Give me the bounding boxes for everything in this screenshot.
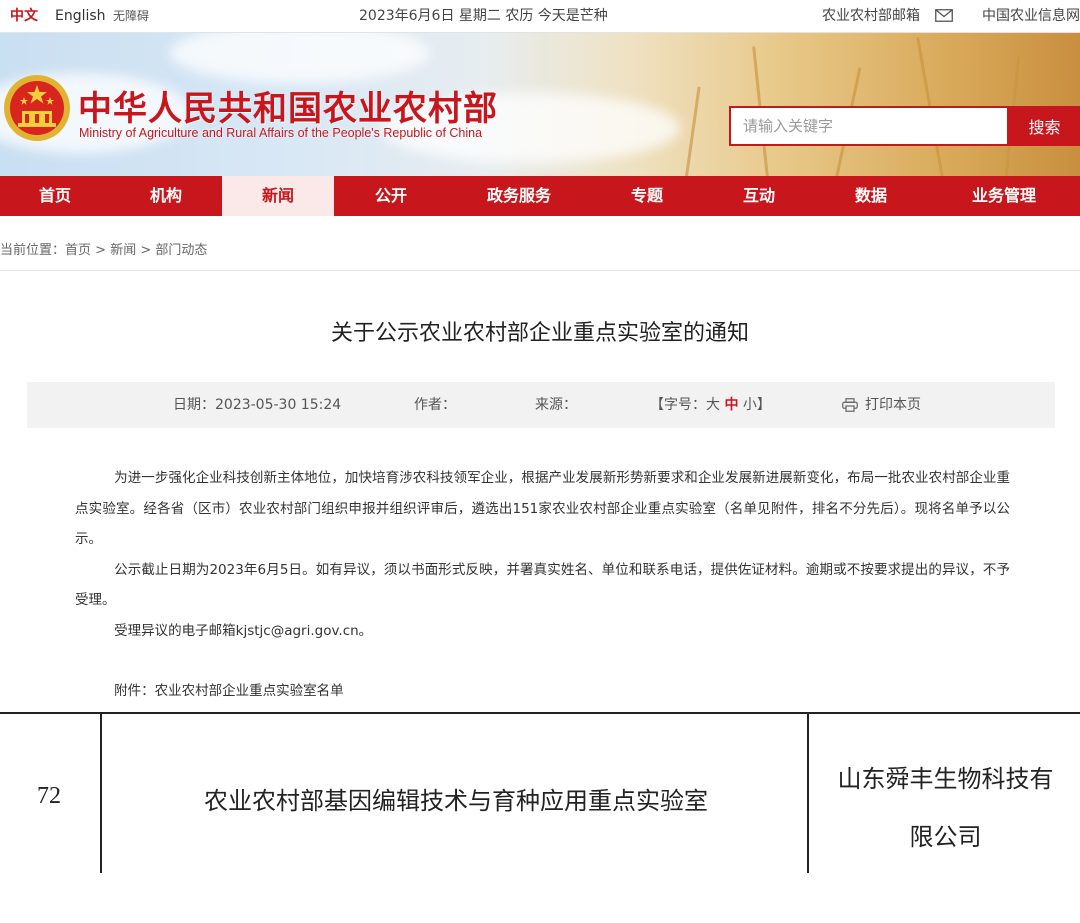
article-author-label: 作者： [414, 397, 456, 413]
breadcrumb-department-news-link[interactable]: 部门动态 [155, 243, 207, 258]
company-name-line: 限公司 [909, 823, 982, 851]
nav-item-public[interactable]: 公开 [334, 176, 448, 216]
breadcrumb-separator: > [91, 243, 111, 258]
wheat-decoration [1054, 33, 1069, 176]
font-size-small-button[interactable]: 小 [743, 397, 757, 413]
font-size-large-button[interactable]: 大 [706, 397, 720, 413]
breadcrumb-prefix: 当前位置： [0, 243, 66, 258]
date-value: 2023-05-30 15:24 [215, 397, 342, 413]
accessibility-link[interactable]: 无障碍 [113, 0, 149, 32]
nav-item-home[interactable]: 首页 [0, 176, 110, 216]
font-size-close: 】 [756, 397, 771, 413]
article-source-label: 来源： [535, 397, 577, 413]
article-paragraph: 为进一步强化企业科技创新主体地位，加快培育涉农科技领军企业，根据产业发展新形势新… [75, 470, 1010, 547]
font-size-medium-button[interactable]: 中 [724, 397, 738, 413]
table-top-border [0, 712, 1080, 714]
national-emblem-icon [4, 75, 70, 141]
nav-item-institutions[interactable]: 机构 [110, 176, 222, 216]
article-body: 为进一步强化企业科技创新主体地位，加快培育涉农科技领军企业，根据产业发展新形势新… [75, 463, 1010, 707]
wheat-decoration [682, 86, 701, 176]
article-info-bar: 日期：2023-05-30 15:24 作者： 来源： 【字号：大 中 小】 打… [27, 382, 1055, 428]
search-input[interactable] [729, 106, 1009, 146]
main-nav: 首页 机构 新闻 公开 政务服务 专题 互动 数据 业务管理 [0, 176, 1080, 216]
breadcrumb-news-link[interactable]: 新闻 [110, 243, 136, 258]
article-date: 日期：2023-05-30 15:24 [173, 382, 341, 428]
cloud-decoration [170, 33, 430, 83]
print-page-link[interactable]: 打印本页 [865, 382, 921, 428]
search-button[interactable]: 搜索 [1009, 106, 1080, 146]
printer-icon[interactable] [842, 398, 858, 412]
date-display: 2023年6月6日 星期二 农历 今天是芒种 [359, 8, 608, 24]
date-label: 日期： [173, 397, 215, 413]
nav-item-government-services[interactable]: 政务服务 [448, 176, 590, 216]
breadcrumb-separator: > [136, 243, 156, 258]
table-cell-company: 山东舜丰生物科技有 限公司 [811, 750, 1080, 866]
nav-item-data[interactable]: 数据 [814, 176, 928, 216]
language-chinese-link[interactable]: 中文 [10, 0, 38, 32]
mail-icon[interactable] [935, 9, 953, 22]
breadcrumb-divider [0, 270, 1080, 271]
article-paragraph: 公示截止日期为2023年6月5日。如有异议，须以书面形式反映，并署真实姓名、单位… [75, 561, 1010, 609]
top-utility-bar: 中文 English 无障碍 2023年6月6日 星期二 农历 今天是芒种 农业… [0, 0, 1080, 33]
font-size-label: 【字号： [650, 397, 706, 413]
table-column-divider [100, 712, 102, 873]
article-title: 关于公示农业农村部企业重点实验室的通知 [330, 321, 749, 346]
language-english-link[interactable]: English [55, 0, 106, 32]
nav-item-news[interactable]: 新闻 [222, 176, 334, 216]
breadcrumb-home-link[interactable]: 首页 [65, 243, 91, 258]
breadcrumb: 当前位置：首页 > 新闻 > 部门动态 [0, 239, 207, 258]
table-cell-number: 72 [37, 783, 61, 809]
header-banner: 中华人民共和国农业农村部 Ministry of Agriculture and… [0, 33, 1080, 176]
nav-item-topics[interactable]: 专题 [590, 176, 704, 216]
article-paragraph: 受理异议的电子邮箱kjstjc@agri.gov.cn。 [114, 622, 373, 639]
ministry-mailbox-link[interactable]: 农业农村部邮箱 [822, 0, 920, 32]
site-title: 中华人民共和国农业农村部 [78, 89, 498, 129]
site-subtitle: Ministry of Agriculture and Rural Affair… [79, 126, 483, 140]
company-name-line: 山东舜丰生物科技有 [837, 765, 1054, 793]
table-cell-lab-name: 农业农村部基因编辑技术与育种应用重点实验室 [204, 787, 708, 815]
nav-item-business-management[interactable]: 业务管理 [928, 176, 1080, 216]
china-agri-info-network-link[interactable]: 中国农业信息网 [982, 0, 1080, 32]
attachment-label: 附件：农业农村部企业重点实验室名单 [114, 683, 344, 699]
font-size-control: 【字号：大 中 小】 [650, 382, 771, 428]
nav-item-interaction[interactable]: 互动 [704, 176, 814, 216]
